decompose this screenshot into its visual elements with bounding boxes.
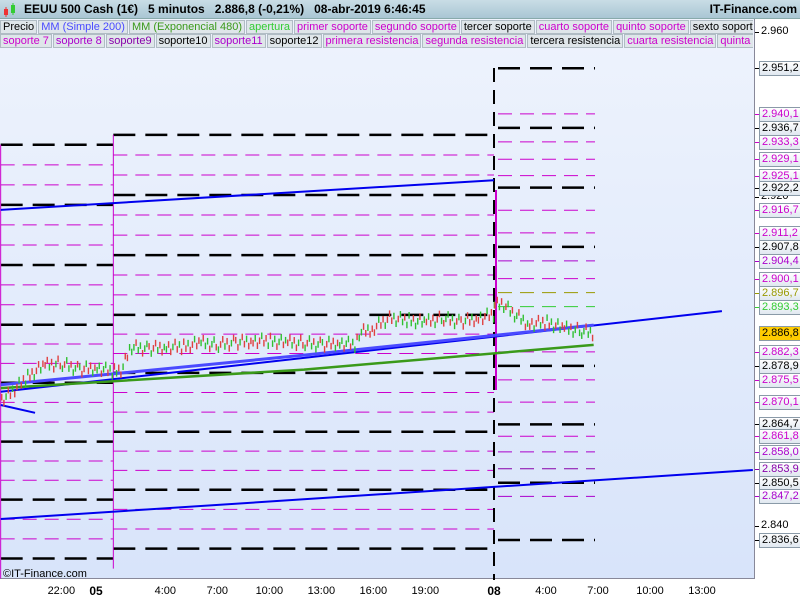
x-tick-label: 4:00 bbox=[535, 585, 557, 597]
level-label: 2.861,8 bbox=[759, 429, 800, 445]
legend-item[interactable]: quinta resi bbox=[717, 34, 753, 48]
level-label: 2.847,2 bbox=[759, 489, 800, 505]
legend-item[interactable]: soporte 7 bbox=[0, 34, 52, 48]
level-label: 2.900,1 bbox=[759, 271, 800, 287]
legend-item[interactable]: cuarta resistencia bbox=[624, 34, 717, 48]
legend-item[interactable]: soporte11 bbox=[211, 34, 266, 48]
level-label: 2.929,1 bbox=[759, 152, 800, 168]
level-label: 2.836,6 bbox=[759, 533, 800, 548]
current-price-label: 2.886,8 bbox=[759, 326, 800, 342]
y-tick-label: 2.840 bbox=[761, 519, 789, 531]
level-label: 2.933,3 bbox=[759, 134, 800, 150]
level-label: 2.853,9 bbox=[759, 461, 800, 477]
level-label: 2.882,3 bbox=[759, 344, 800, 360]
legend-item[interactable]: MM (Exponencial 480) bbox=[128, 20, 245, 34]
legend-item[interactable]: apertura bbox=[246, 20, 293, 34]
level-label: 2.875,5 bbox=[759, 372, 800, 388]
x-tick-label: 08 bbox=[487, 584, 501, 598]
x-tick-label: 22:00 bbox=[47, 585, 76, 597]
x-tick-label: 05 bbox=[89, 584, 103, 598]
level-label: 2.870,1 bbox=[759, 395, 800, 411]
legend-item[interactable]: segundo soporte bbox=[371, 20, 460, 34]
legend-item[interactable]: quinto soporte bbox=[613, 20, 689, 34]
level-label: 2.940,1 bbox=[759, 106, 800, 122]
legend-item[interactable]: tercer soporte bbox=[460, 20, 535, 34]
trendline bbox=[0, 403, 36, 414]
x-tick-label: 10:00 bbox=[636, 585, 664, 597]
level-label: 2.951,2 bbox=[759, 61, 800, 77]
x-tick-label: 10:00 bbox=[255, 585, 284, 597]
x-tick-label: 16:00 bbox=[359, 585, 388, 597]
x-tick-label: 13:00 bbox=[688, 585, 716, 597]
legend-item[interactable]: soporte 8 bbox=[52, 34, 105, 48]
x-tick-label: 4:00 bbox=[154, 585, 177, 597]
legend-item[interactable]: soporte10 bbox=[155, 34, 211, 48]
legend-item[interactable]: soporte9 bbox=[105, 34, 155, 48]
level-label: 2.907,8 bbox=[759, 239, 800, 255]
chart-svg bbox=[0, 66, 753, 580]
x-tick-label: 7:00 bbox=[206, 585, 229, 597]
legend-row-1: Precio MM (Simple 200) MM (Exponencial 480… bbox=[0, 20, 753, 34]
legend-item[interactable]: MM (Simple 200) bbox=[38, 20, 128, 34]
legend-item[interactable]: soporte12 bbox=[266, 34, 322, 48]
level-label: 2.858,0 bbox=[759, 444, 800, 460]
x-tick-label: 13:00 bbox=[307, 585, 336, 597]
legend-item[interactable]: sexto soporte bbox=[689, 20, 753, 34]
legend-item[interactable]: primer soporte bbox=[293, 20, 371, 34]
level-label: 2.936,7 bbox=[759, 120, 800, 136]
legend-item[interactable]: primera resistencia bbox=[322, 34, 422, 48]
y-tick-label: 2.960 bbox=[761, 25, 789, 37]
level-label: 2.922,2 bbox=[759, 180, 800, 196]
x-tick-label: 19:00 bbox=[411, 585, 440, 597]
level-label: 2.893,3 bbox=[759, 299, 800, 315]
legend-item[interactable]: Precio bbox=[0, 20, 38, 34]
level-label: 2.904,4 bbox=[759, 253, 800, 269]
copyright: ©IT-Finance.com bbox=[3, 568, 87, 580]
legend-item[interactable]: segunda resistencia bbox=[422, 34, 527, 48]
level-label: 2.878,9 bbox=[759, 358, 800, 374]
trendline bbox=[0, 310, 723, 393]
level-label: 2.911,2 bbox=[759, 225, 800, 241]
legend-item[interactable]: tercera resistencia bbox=[527, 34, 624, 48]
x-tick-label: 7:00 bbox=[587, 585, 609, 597]
legend-row-2: soporte 7 soporte 8 soporte9 soporte10 sopor… bbox=[0, 34, 753, 48]
level-label: 2.896,7 bbox=[759, 285, 800, 301]
legend-item[interactable]: cuarto soporte bbox=[535, 20, 613, 34]
level-label: 2.916,7 bbox=[759, 203, 800, 219]
